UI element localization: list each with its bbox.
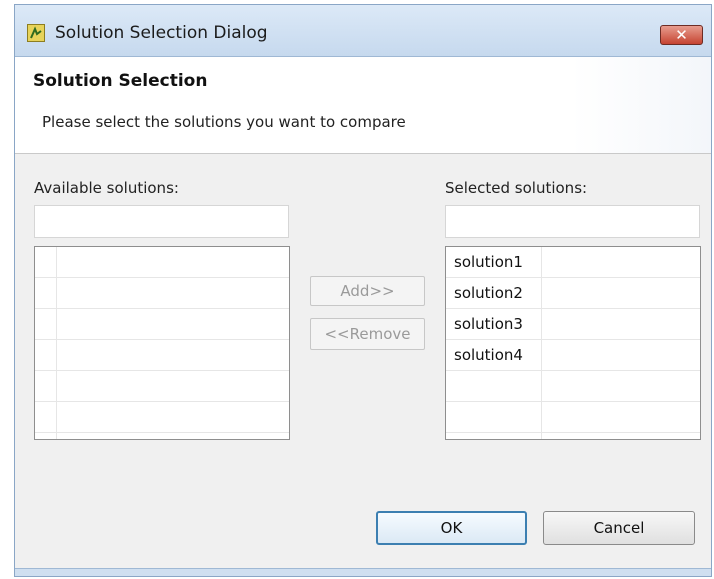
add-button[interactable]: Add>> (310, 276, 425, 306)
close-button[interactable]: ✕ (660, 25, 703, 45)
dialog-window: Solution Selection Dialog ✕ Solution Sel… (14, 4, 712, 577)
remove-button[interactable]: <<Remove (310, 318, 425, 350)
list-item[interactable] (446, 402, 700, 433)
ok-button[interactable]: OK (376, 511, 527, 545)
selected-solutions-label: Selected solutions: (445, 179, 588, 197)
list-item[interactable]: solution4 (446, 340, 700, 371)
available-filter-input[interactable] (34, 205, 289, 238)
list-item[interactable] (35, 247, 289, 278)
list-item[interactable] (446, 371, 700, 402)
list-item[interactable]: solution1 (446, 247, 700, 278)
list-item[interactable] (35, 340, 289, 371)
list-item[interactable]: solution3 (446, 309, 700, 340)
window-title: Solution Selection Dialog (55, 23, 268, 43)
page-description: Please select the solutions you want to … (42, 113, 406, 131)
list-item[interactable] (35, 371, 289, 402)
window-bottom-border (15, 568, 711, 576)
available-solutions-list[interactable] (34, 246, 290, 440)
list-item[interactable] (35, 402, 289, 433)
dialog-header: Solution Selection Please select the sol… (15, 57, 711, 154)
cancel-button[interactable]: Cancel (543, 511, 695, 545)
selected-solutions-list[interactable]: solution1 solution2 solution3 solution4 (445, 246, 701, 440)
list-item[interactable] (35, 278, 289, 309)
list-item[interactable] (35, 309, 289, 340)
selected-filter-input[interactable] (445, 205, 700, 238)
title-bar[interactable]: Solution Selection Dialog ✕ (15, 5, 711, 57)
page-title: Solution Selection (33, 71, 208, 91)
app-icon (27, 24, 45, 42)
available-solutions-label: Available solutions: (34, 179, 179, 197)
list-item[interactable]: solution2 (446, 278, 700, 309)
close-icon: ✕ (675, 26, 688, 44)
